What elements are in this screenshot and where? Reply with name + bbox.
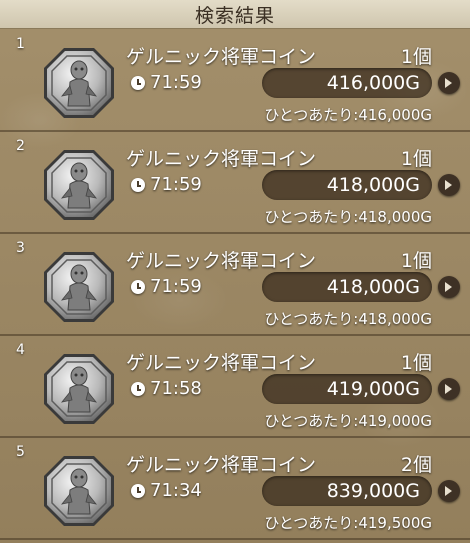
price-box: 416,000G (262, 68, 432, 98)
item-name: ゲルニック将軍コイン (126, 250, 317, 272)
unit-price: ひとつあたり:419,500G (264, 514, 432, 532)
time-remaining: 71:59 (150, 72, 202, 93)
result-row[interactable]: 2 ゲルニック将軍コイン 1個 71:59 418,000G ひとつあたり:41… (0, 132, 470, 234)
item-quantity: 1個 (400, 46, 432, 68)
item-quantity: 1個 (400, 250, 432, 272)
total-price: 419,000G (326, 378, 420, 400)
coin-icon (44, 48, 114, 118)
clock-icon (131, 484, 145, 498)
item-name: ゲルニック将軍コイン (126, 352, 317, 374)
total-price: 418,000G (326, 174, 420, 196)
time-remaining: 71:59 (150, 174, 202, 195)
unit-price: ひとつあたり:418,000G (264, 208, 432, 226)
chevron-right-icon[interactable] (438, 378, 460, 400)
clock-icon (131, 280, 145, 294)
result-row[interactable]: 5 ゲルニック将軍コイン 2個 71:34 839,000G ひとつあたり:41… (0, 438, 470, 540)
item-name: ゲルニック将軍コイン (126, 454, 317, 476)
coin-icon (44, 252, 114, 322)
row-index: 4 (16, 342, 25, 358)
unit-price: ひとつあたり:418,000G (264, 310, 432, 328)
result-row[interactable]: 1 ゲルニック将軍コイン 1個 71:59 416,000G ひとつあたり:41… (0, 30, 470, 132)
page-title: 検索結果 (194, 4, 275, 27)
clock-icon (131, 76, 145, 90)
chevron-right-icon[interactable] (438, 72, 460, 94)
price-box: 419,000G (262, 374, 432, 404)
coin-icon (44, 456, 114, 526)
item-name: ゲルニック将軍コイン (126, 148, 317, 170)
chevron-right-icon[interactable] (438, 276, 460, 298)
row-index: 5 (16, 444, 25, 460)
clock-icon (131, 178, 145, 192)
row-index: 2 (16, 138, 25, 154)
chevron-right-icon[interactable] (438, 480, 460, 502)
result-row[interactable]: 4 ゲルニック将軍コイン 1個 71:58 419,000G ひとつあたり:41… (0, 336, 470, 438)
item-name: ゲルニック将軍コイン (126, 46, 317, 68)
time-remaining: 71:59 (150, 276, 202, 297)
unit-price: ひとつあたり:416,000G (264, 106, 432, 124)
coin-icon (44, 150, 114, 220)
coin-icon (44, 354, 114, 424)
clock-icon (131, 382, 145, 396)
item-quantity: 1個 (400, 148, 432, 170)
unit-price: ひとつあたり:419,000G (264, 412, 432, 430)
result-row[interactable]: 3 ゲルニック将軍コイン 1個 71:59 418,000G ひとつあたり:41… (0, 234, 470, 336)
chevron-right-icon[interactable] (438, 174, 460, 196)
total-price: 418,000G (326, 276, 420, 298)
total-price: 416,000G (326, 72, 420, 94)
time-remaining: 71:34 (150, 480, 202, 501)
price-box: 418,000G (262, 170, 432, 200)
price-box: 418,000G (262, 272, 432, 302)
total-price: 839,000G (326, 480, 420, 502)
time-remaining: 71:58 (150, 378, 202, 399)
row-index: 3 (16, 240, 25, 256)
row-index: 1 (16, 36, 25, 52)
item-quantity: 2個 (400, 454, 432, 476)
item-quantity: 1個 (400, 352, 432, 374)
price-box: 839,000G (262, 476, 432, 506)
header-bar: 検索結果 (0, 0, 470, 29)
